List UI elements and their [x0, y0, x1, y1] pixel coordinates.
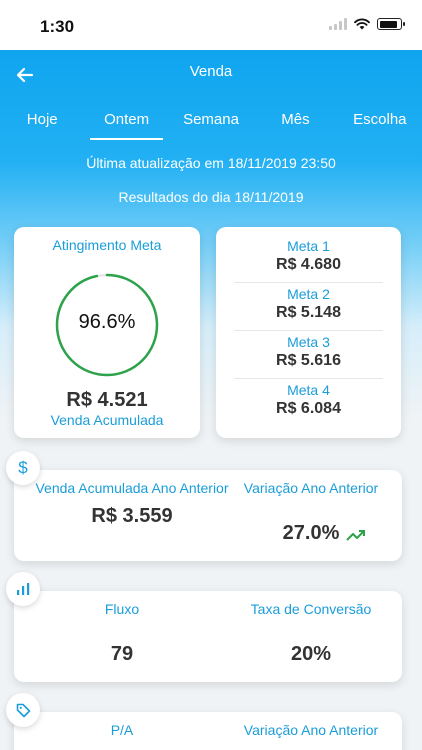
nav-bar: Venda [0, 50, 422, 95]
target-item: Meta 3 R$ 5.616 [234, 331, 383, 379]
previous-year-variation-column: Variação Ano Anterior 27.0% [221, 480, 401, 545]
pa-variation-label: Variação Ano Anterior [243, 722, 379, 738]
status-bar: 1:30 [0, 0, 422, 50]
previous-year-variation-label: Variação Ano Anterior [243, 480, 379, 496]
tag-icon [6, 693, 40, 727]
flow-card[interactable]: Fluxo 79 Taxa de Conversão 20% [14, 591, 402, 682]
previous-year-sales-column: Venda Acumulada Ano Anterior R$ 3.559 [34, 480, 230, 528]
target-label: Meta 2 [287, 286, 330, 302]
target-value: R$ 6.084 [276, 400, 341, 417]
previous-year-sales-value: R$ 3.559 [91, 505, 173, 527]
goal-card-title: Atingimento Meta [52, 237, 162, 253]
flow-value: 79 [110, 643, 134, 665]
flow-column: Fluxo 79 [34, 601, 210, 666]
period-tabs: Hoje Ontem Semana Mês Escolha [0, 100, 422, 140]
previous-year-sales-card[interactable]: Venda Acumulada Ano Anterior R$ 3.559 Va… [14, 470, 402, 561]
conversion-rate-label: Taxa de Conversão [250, 601, 372, 617]
target-value: R$ 4.680 [276, 256, 341, 273]
bar-chart-icon [6, 572, 40, 606]
tab-ontem[interactable]: Ontem [84, 100, 168, 140]
status-time: 1:30 [40, 17, 75, 36]
target-item: Meta 2 R$ 5.148 [234, 283, 383, 331]
last-update-text: Última atualização em 18/11/2019 23:50 [86, 155, 336, 171]
previous-year-sales-label: Venda Acumulada Ano Anterior [35, 480, 229, 496]
target-label: Meta 3 [287, 334, 330, 350]
target-label: Meta 4 [287, 382, 330, 398]
pa-card[interactable]: P/A Variação Ano Anterior [14, 712, 402, 750]
tab-escolha[interactable]: Escolha [338, 100, 422, 140]
accumulated-sales-label: Venda Acumulada [50, 412, 164, 428]
battery-icon [377, 18, 405, 30]
flow-label: Fluxo [104, 601, 140, 617]
accumulated-sales-value: R$ 4.521 [66, 389, 148, 411]
pa-label: P/A [110, 722, 134, 738]
pa-column: P/A [34, 722, 210, 739]
target-item: Meta 4 R$ 6.084 [234, 379, 383, 427]
goal-achievement-card[interactable]: Atingimento Meta 96.6% R$ 4.521 Venda Ac… [14, 227, 200, 438]
goal-percent: 96.6% [78, 311, 136, 333]
conversion-rate-column: Taxa de Conversão 20% [221, 601, 401, 666]
target-value: R$ 5.616 [276, 352, 341, 369]
screen: 1:30 Venda Hoje Ontem Semana Mês Escolha… [0, 0, 422, 750]
tab-semana[interactable]: Semana [169, 100, 253, 140]
cellular-signal-icon [329, 18, 347, 30]
page-title: Venda [189, 63, 233, 80]
results-date-text: Resultados do dia 18/11/2019 [118, 189, 304, 205]
status-icons [329, 18, 405, 30]
target-item: Meta 1 R$ 4.680 [234, 235, 383, 283]
target-label: Meta 1 [287, 238, 330, 254]
wifi-icon [354, 18, 370, 30]
tab-mes[interactable]: Mês [253, 100, 337, 140]
trending-up-icon [346, 530, 365, 541]
pa-variation-column: Variação Ano Anterior [221, 722, 401, 739]
dollar-icon: $ [6, 451, 40, 485]
previous-year-variation-value: 27.0% [282, 522, 340, 544]
conversion-rate-value: 20% [290, 643, 332, 665]
target-value: R$ 5.148 [276, 304, 341, 321]
tab-hoje[interactable]: Hoje [0, 100, 84, 140]
targets-card[interactable]: Meta 1 R$ 4.680 Meta 2 R$ 5.148 Meta 3 R… [216, 227, 401, 438]
